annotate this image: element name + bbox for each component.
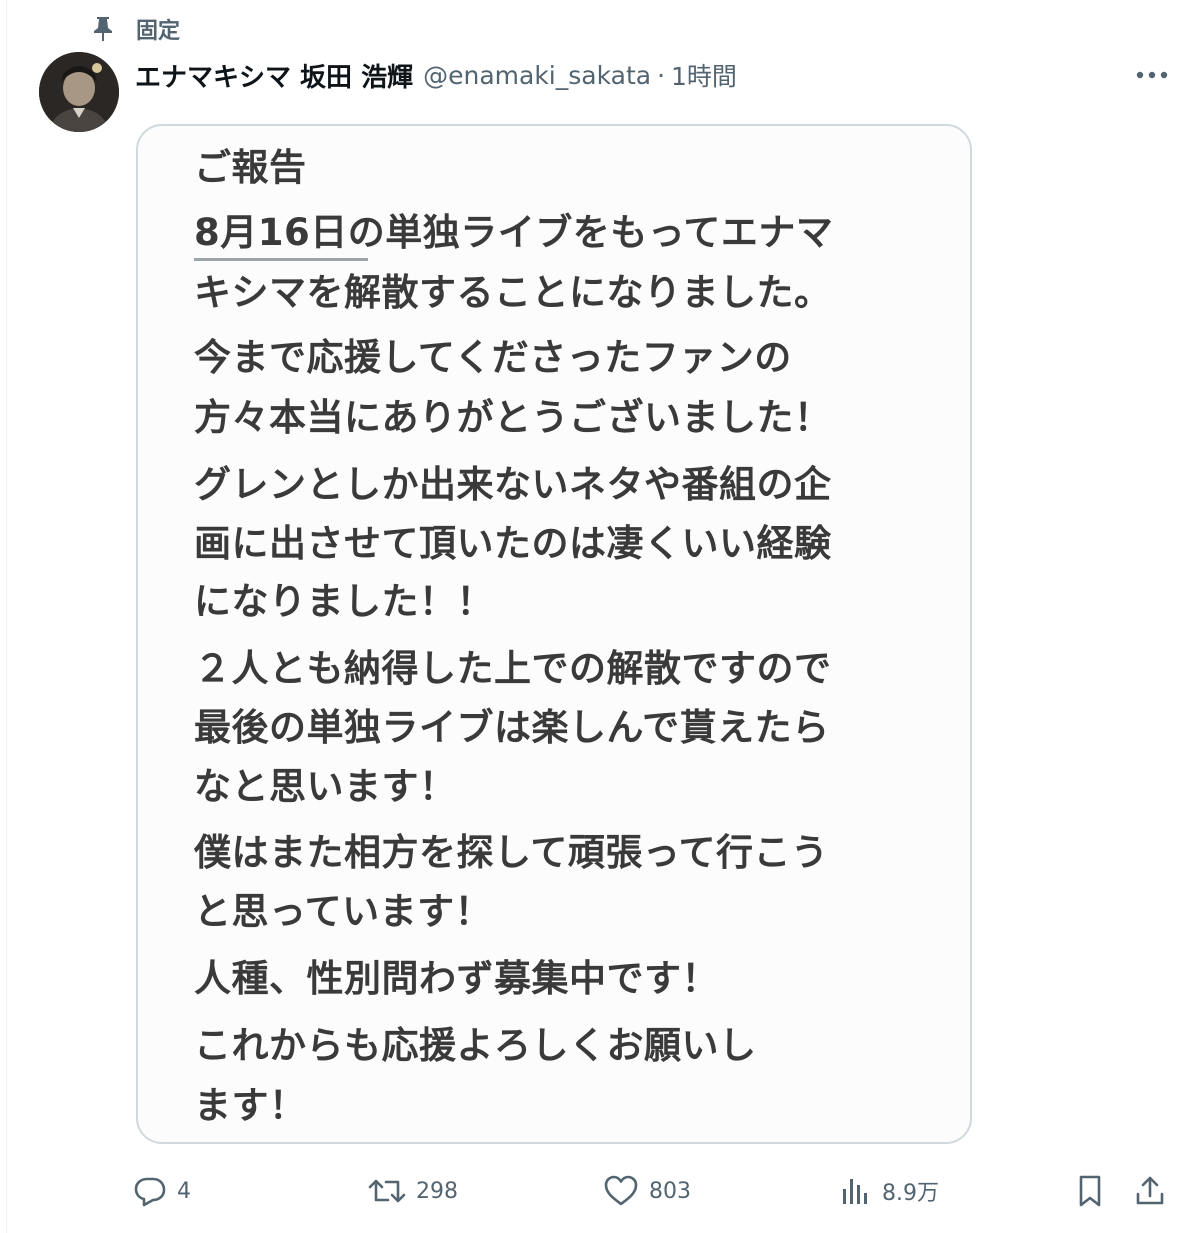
author-handle[interactable]: @enamaki_sakata bbox=[423, 61, 651, 90]
tweet-image[interactable]: ご報告 8月16日の単独ライブをもってエナマ キシマを解散することになりました。… bbox=[136, 124, 972, 1144]
pinned-label: 固定 bbox=[136, 19, 181, 44]
more-options-button[interactable] bbox=[1130, 55, 1174, 95]
like-count: 803 bbox=[649, 1178, 691, 1204]
views-button[interactable]: 8.9万 bbox=[840, 1168, 939, 1214]
reply-count: 4 bbox=[177, 1178, 191, 1204]
views-icon bbox=[843, 1179, 867, 1204]
image-text-line: なと思います！ bbox=[194, 765, 457, 808]
image-text-line: になりました！！ bbox=[194, 580, 494, 623]
pin-icon bbox=[86, 12, 120, 46]
share-button[interactable] bbox=[1133, 1168, 1167, 1214]
views-count: 8.9万 bbox=[882, 1181, 939, 1206]
image-text-line: グレンとしか出来ないネタや番組の企 bbox=[194, 463, 832, 506]
image-text-line: 画に出させて頂いたのは凄くいい経験 bbox=[194, 522, 832, 565]
image-text-line: 今まで応援してくださったファンの bbox=[194, 336, 792, 379]
tweet-time[interactable]: 1時間 bbox=[671, 57, 737, 93]
like-button[interactable]: 803 bbox=[603, 1168, 691, 1214]
avatar[interactable] bbox=[39, 52, 119, 132]
author-display-name[interactable]: エナマキシマ 坂田 浩輝 bbox=[135, 57, 413, 94]
image-text-line: と思っています！ bbox=[194, 890, 493, 933]
image-text-line: 僕はまた相方を探して頑張って行こう bbox=[194, 831, 829, 874]
reply-button[interactable]: 4 bbox=[133, 1168, 191, 1214]
image-text-line: キシマを解散することになりました。 bbox=[194, 271, 832, 314]
timeline-border bbox=[6, 0, 7, 1233]
bookmark-button[interactable] bbox=[1073, 1168, 1107, 1214]
repost-icon bbox=[368, 1179, 406, 1203]
image-text-line: 人種、性別問わず募集中です！ bbox=[194, 957, 719, 1000]
share-icon bbox=[1136, 1176, 1164, 1205]
pinned-indicator: 固定 bbox=[86, 12, 180, 46]
image-text-line: ２人とも納得した上での解散ですので bbox=[194, 647, 832, 690]
repost-count: 298 bbox=[416, 1178, 458, 1204]
image-text-line: 方々本当にありがとうございました！ bbox=[194, 396, 832, 439]
tweet-header: エナマキシマ 坂田 浩輝 @enamaki_sakata · 1時間 bbox=[135, 55, 737, 95]
image-text-line: ご報告 bbox=[194, 146, 307, 189]
image-text-line: 最後の単独ライブは楽しんで貰えたら bbox=[194, 706, 830, 749]
image-text-line: 8月16日の単独ライブをもってエナマ bbox=[194, 211, 834, 254]
date-underline bbox=[194, 258, 368, 261]
heart-icon bbox=[604, 1175, 638, 1206]
reply-icon bbox=[134, 1177, 166, 1207]
image-text-line: ます！ bbox=[194, 1084, 307, 1127]
action-bar: 4 298 803 8.9万 bbox=[133, 1168, 1173, 1214]
more-icon bbox=[1136, 71, 1168, 79]
separator-dot: · bbox=[657, 60, 666, 90]
repost-button[interactable]: 298 bbox=[368, 1168, 458, 1214]
image-text-line: これからも応援よろしくお願いし bbox=[194, 1024, 757, 1067]
bookmark-icon bbox=[1079, 1175, 1101, 1207]
